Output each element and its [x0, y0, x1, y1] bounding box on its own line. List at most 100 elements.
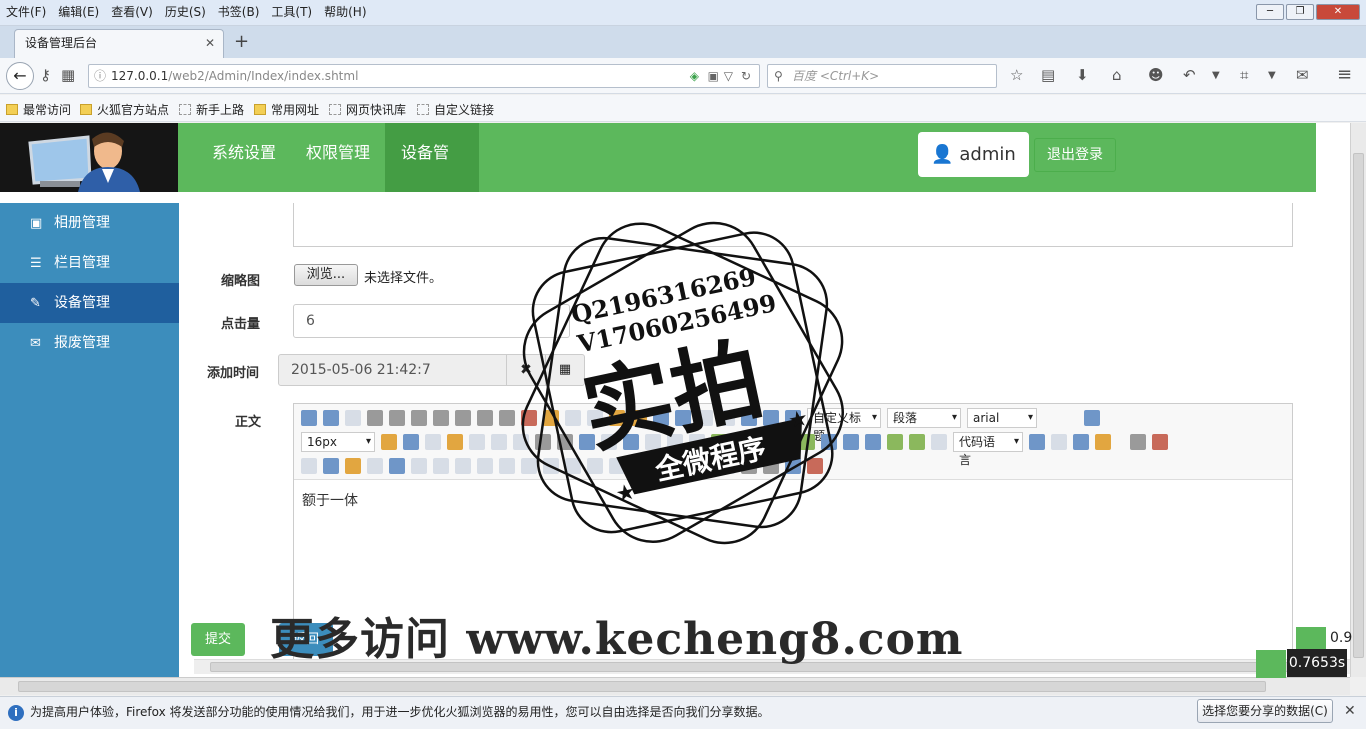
- snapscreen-icon[interactable]: [345, 458, 361, 474]
- logout-button[interactable]: 退出登录: [1034, 138, 1116, 172]
- font-size-select[interactable]: 16px: [301, 432, 375, 452]
- underline-icon[interactable]: [411, 410, 427, 426]
- key-icon[interactable]: ⚷: [40, 66, 51, 84]
- reload-icon[interactable]: ↻: [741, 65, 751, 87]
- inserttable-icon[interactable]: [389, 458, 405, 474]
- browse-button[interactable]: 浏览...: [294, 264, 358, 286]
- font-select[interactable]: arial: [967, 408, 1037, 428]
- qr-icon[interactable]: ▣: [708, 65, 719, 87]
- new-tab-button[interactable]: +: [234, 31, 249, 52]
- tab-title: 设备管理后台: [25, 36, 98, 50]
- align-left-icon[interactable]: [447, 434, 463, 450]
- nav-system-settings[interactable]: 系统设置: [196, 123, 292, 192]
- page-horizontal-scrollbar[interactable]: [0, 677, 1350, 695]
- wordimage-icon[interactable]: [367, 458, 383, 474]
- undo-dropdown-icon[interactable]: ▼: [1212, 70, 1220, 81]
- italic-icon[interactable]: [389, 410, 405, 426]
- window-controls: ─ ❐ ✕: [1254, 3, 1360, 20]
- scroll-thumb-horizontal[interactable]: [18, 681, 1266, 692]
- menu-edit[interactable]: 编辑(E): [52, 0, 105, 24]
- dropdown-icon[interactable]: ▽: [724, 65, 733, 87]
- admin-user-button[interactable]: 👤 admin: [918, 132, 1029, 177]
- bookmark-webslice[interactable]: 网页快讯库: [329, 101, 406, 118]
- fullscreen-icon[interactable]: [1084, 410, 1100, 426]
- nav-permission[interactable]: 权限管理: [290, 123, 386, 192]
- gmap-icon[interactable]: [909, 434, 925, 450]
- chat-icon[interactable]: ☻: [1148, 66, 1164, 84]
- horizontal-icon[interactable]: [1130, 434, 1146, 450]
- spechars-icon[interactable]: [323, 458, 339, 474]
- fontborder-icon[interactable]: [433, 410, 449, 426]
- menu-help[interactable]: 帮助(H): [318, 0, 372, 24]
- html-icon[interactable]: [301, 410, 317, 426]
- insertframe-icon[interactable]: [931, 434, 947, 450]
- bookmark-list-icon[interactable]: ▤: [1041, 66, 1055, 84]
- minimize-button[interactable]: ─: [1256, 4, 1284, 20]
- webapp-icon[interactable]: [1029, 434, 1045, 450]
- home-icon[interactable]: ⌂: [1112, 66, 1122, 84]
- reader-icon[interactable]: ▦: [61, 66, 75, 84]
- attachment-icon[interactable]: [865, 434, 881, 450]
- menu-view[interactable]: 查看(V): [105, 0, 159, 24]
- undo-icon[interactable]: ↶: [1183, 66, 1196, 84]
- back-button[interactable]: ←: [6, 62, 34, 90]
- scroll-thumb-vertical[interactable]: [1353, 153, 1364, 658]
- bold-icon[interactable]: [367, 410, 383, 426]
- share-data-button[interactable]: 选择您要分享的数据(C): [1197, 699, 1333, 723]
- bookmark-most-visited[interactable]: 最常访问: [6, 101, 71, 118]
- menu-bookmarks[interactable]: 书签(B): [212, 0, 266, 24]
- rtl-icon[interactable]: [403, 434, 419, 450]
- sidebar-item-scrap[interactable]: ✉ 报废管理: [0, 323, 179, 363]
- align-center-icon[interactable]: [469, 434, 485, 450]
- menu-tools[interactable]: 工具(T): [265, 0, 318, 24]
- nav-device[interactable]: 设备管理: [385, 123, 479, 222]
- align-right-icon[interactable]: [491, 434, 507, 450]
- deleterow-icon[interactable]: [477, 458, 493, 474]
- page-info-icon[interactable]: ⓘ: [94, 65, 106, 87]
- bookmark-newbie[interactable]: 新手上路: [179, 101, 244, 118]
- menu-history[interactable]: 历史(S): [159, 0, 212, 24]
- redo-icon[interactable]: [345, 410, 361, 426]
- url-bar[interactable]: ⓘ 127.0.0.1/web2/Admin/Index/index.shtml…: [88, 64, 760, 88]
- code-language-select[interactable]: 代码语言: [953, 432, 1023, 467]
- star-icon[interactable]: ☆: [1010, 66, 1023, 84]
- crop-dropdown-icon[interactable]: ▼: [1268, 70, 1276, 81]
- message-icon[interactable]: ✉: [1296, 66, 1309, 84]
- insertrow-icon[interactable]: [455, 458, 471, 474]
- menu-file[interactable]: 文件(F): [0, 0, 52, 24]
- insertparagraph-icon[interactable]: [433, 458, 449, 474]
- menu-icon[interactable]: ≡: [1337, 64, 1352, 85]
- close-notification-icon[interactable]: ✕: [1344, 703, 1356, 719]
- template-icon[interactable]: [1073, 434, 1089, 450]
- map-icon[interactable]: [887, 434, 903, 450]
- editor-content[interactable]: 额于一体: [302, 490, 358, 510]
- submit-button[interactable]: 提交: [191, 623, 245, 656]
- sidebar-item-album[interactable]: ▣ 相册管理: [0, 203, 179, 243]
- background-icon[interactable]: [1095, 434, 1111, 450]
- page-vertical-scrollbar[interactable]: [1350, 123, 1366, 677]
- sidebar-item-device[interactable]: ✎ 设备管理: [0, 283, 179, 323]
- close-window-button[interactable]: ✕: [1316, 4, 1360, 20]
- bookmark-custom[interactable]: 自定义链接: [417, 101, 494, 118]
- deletetable-icon[interactable]: [411, 458, 427, 474]
- undo-icon[interactable]: [323, 410, 339, 426]
- paragraph-select[interactable]: 段落: [887, 408, 961, 428]
- bookmark-common[interactable]: 常用网址: [254, 101, 319, 118]
- search-input[interactable]: ⚲ 百度 <Ctrl+K>: [767, 64, 997, 88]
- tab-active[interactable]: 设备管理后台 ✕: [14, 29, 224, 58]
- ltr-icon[interactable]: [381, 434, 397, 450]
- time-input[interactable]: 2015-05-06 21:42:7: [278, 354, 507, 386]
- maximize-button[interactable]: ❐: [1286, 4, 1314, 20]
- date-icon[interactable]: [1152, 434, 1168, 450]
- pagebreak-icon[interactable]: [1051, 434, 1067, 450]
- superscript-icon[interactable]: [477, 410, 493, 426]
- download-icon[interactable]: ⬇: [1076, 66, 1089, 84]
- close-tab-icon[interactable]: ✕: [205, 30, 215, 57]
- bookmark-official[interactable]: 火狐官方站点: [80, 101, 169, 118]
- sidebar-item-column[interactable]: ☰ 栏目管理: [0, 243, 179, 283]
- indent-icon[interactable]: [425, 434, 441, 450]
- shield-icon[interactable]: ◈: [690, 65, 699, 87]
- time-icon[interactable]: [301, 458, 317, 474]
- crop-icon[interactable]: ⌗: [1240, 66, 1248, 84]
- strikethrough-icon[interactable]: [455, 410, 471, 426]
